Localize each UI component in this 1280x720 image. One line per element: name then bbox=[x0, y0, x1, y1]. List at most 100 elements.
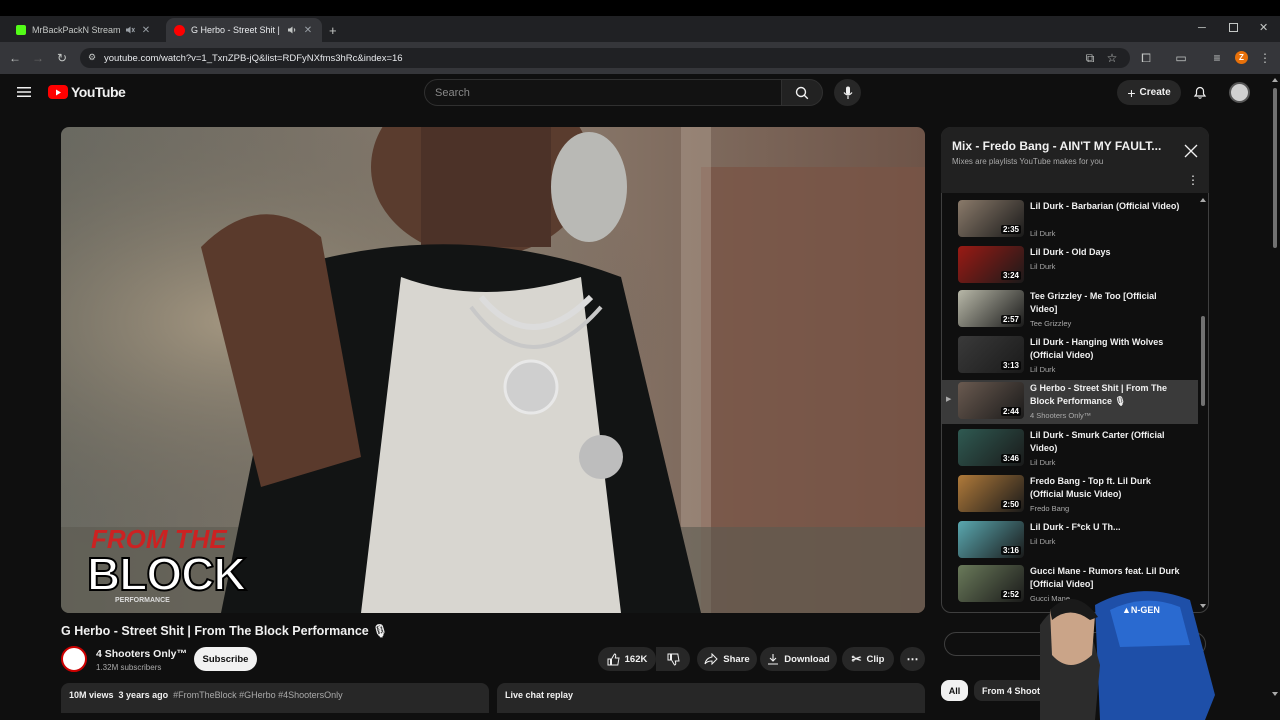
playlist-item[interactable]: 2:57 Tee Grizzley - Me Too [Official Vide… bbox=[942, 288, 1198, 332]
playlist-item-title[interactable]: Fredo Bang - Top ft. Lil Durk (Official … bbox=[1030, 475, 1180, 501]
now-playing-icon: ▶ bbox=[946, 396, 952, 403]
install-app-icon[interactable]: ⧉ bbox=[1082, 50, 1098, 66]
duration-badge: 2:50 bbox=[1000, 500, 1021, 509]
playlist-item[interactable]: 3:13 Lil Durk - Hanging With Wolves (Offi… bbox=[942, 334, 1198, 378]
upload-age: 3 years ago bbox=[118, 690, 169, 700]
overlay-line-2: BLOCK bbox=[86, 548, 248, 600]
playlist-item[interactable]: 3:46 Lil Durk - Smurk Carter (Official Vi… bbox=[942, 427, 1198, 471]
view-count: 10M views bbox=[69, 690, 114, 700]
channel-name[interactable]: 4 Shooters Only™ bbox=[96, 648, 187, 660]
live-chat-replay[interactable]: Live chat replay bbox=[497, 683, 925, 713]
channel-avatar[interactable] bbox=[61, 646, 87, 672]
playlist-item-title[interactable]: Lil Durk - F*ck U Th... bbox=[1030, 521, 1180, 534]
close-tab-icon[interactable]: ✕ bbox=[302, 24, 314, 36]
playlist-item-title[interactable]: Tee Grizzley - Me Too [Official Video] bbox=[1030, 290, 1180, 316]
forward-arrow-icon[interactable]: → bbox=[30, 50, 46, 66]
hashtags[interactable]: #FromTheBlock #GHerbo #4ShootersOnly bbox=[173, 690, 343, 700]
video-player[interactable]: FROM THE BLOCK PERFORMANCE bbox=[61, 127, 925, 613]
bookmark-star-icon[interactable]: ☆ bbox=[1104, 50, 1120, 66]
duration-badge: 3:24 bbox=[1000, 271, 1021, 280]
thumbnail[interactable]: 2:57 bbox=[958, 290, 1024, 327]
side-panel-icon[interactable]: ▭ bbox=[1173, 50, 1189, 66]
download-label: Download bbox=[784, 653, 830, 665]
thumbs-up-icon bbox=[607, 652, 620, 665]
playlist-item-title[interactable]: Lil Durk - Smurk Carter (Official Video) bbox=[1030, 429, 1180, 455]
streamer-webcam-overlay: ▲N-GEN bbox=[1040, 585, 1220, 720]
youtube-logo[interactable]: YouTube bbox=[48, 84, 126, 100]
clip-button[interactable]: ✂ Clip bbox=[842, 647, 894, 671]
close-tab-icon[interactable]: ✕ bbox=[140, 24, 152, 36]
playlist-item-title[interactable]: G Herbo - Street Shit | From The Block P… bbox=[1030, 382, 1180, 408]
chip-all[interactable]: All bbox=[941, 680, 968, 701]
extensions-icon[interactable]: ⧠ bbox=[1138, 50, 1154, 66]
site-info-icon[interactable]: ⚙ bbox=[88, 52, 96, 63]
hamburger-menu-icon[interactable] bbox=[17, 86, 31, 98]
duration-badge: 2:52 bbox=[1000, 590, 1021, 599]
share-button[interactable]: Share bbox=[697, 647, 757, 671]
scissors-icon: ✂ bbox=[851, 652, 862, 666]
minimize-icon[interactable]: ─ bbox=[1198, 22, 1206, 34]
back-arrow-icon[interactable]: ← bbox=[7, 50, 23, 66]
tab-kick-stream[interactable]: MrBackPackN Stream - Wa ✕ bbox=[8, 18, 160, 42]
playlist-title[interactable]: Mix - Fredo Bang - AIN'T MY FAULT... bbox=[952, 139, 1177, 153]
thumbnail[interactable]: 3:24 bbox=[958, 246, 1024, 283]
search-placeholder: Search bbox=[435, 86, 470, 99]
playlist-item-title[interactable]: Lil Durk - Old Days bbox=[1030, 246, 1180, 259]
playlist-item-title[interactable]: Lil Durk - Hanging With Wolves (Official… bbox=[1030, 336, 1180, 362]
subscribe-button[interactable]: Subscribe bbox=[194, 647, 257, 671]
page-scrollbar[interactable] bbox=[1270, 74, 1280, 720]
profile-avatar[interactable]: Z bbox=[1235, 51, 1248, 64]
playlist-item[interactable]: 2:35 Lil Durk - Barbarian (Official Video… bbox=[942, 198, 1198, 242]
thumbnail[interactable]: 3:46 bbox=[958, 429, 1024, 466]
thumbnail[interactable]: 3:13 bbox=[958, 336, 1024, 373]
playlist-item[interactable]: 2:50 Fredo Bang - Top ft. Lil Durk (Offic… bbox=[942, 473, 1198, 517]
duration-badge: 2:44 bbox=[1000, 407, 1021, 416]
description-box[interactable]: 10M views 3 years ago #FromTheBlock #GHe… bbox=[61, 683, 489, 713]
playlist-scrollbar[interactable] bbox=[1199, 196, 1207, 614]
duration-badge: 3:46 bbox=[1000, 454, 1021, 463]
voice-search-button[interactable] bbox=[834, 79, 861, 106]
tab-title: G Herbo - Street Shit | From bbox=[191, 25, 282, 35]
download-button[interactable]: Download bbox=[760, 647, 837, 671]
search-input[interactable]: Search bbox=[424, 79, 782, 106]
playlist-item[interactable]: 3:24 Lil Durk - Old Days Lil Durk bbox=[942, 244, 1198, 288]
reload-icon[interactable]: ↻ bbox=[54, 50, 70, 66]
subscriber-count: 1.32M subscribers bbox=[96, 663, 162, 672]
playlist-item-channel: Lil Durk bbox=[1030, 262, 1056, 271]
account-avatar[interactable] bbox=[1229, 82, 1250, 103]
media-controls-icon[interactable]: ≡ bbox=[1209, 50, 1225, 66]
muted-speaker-icon[interactable] bbox=[124, 24, 136, 36]
speaker-icon[interactable] bbox=[286, 24, 298, 36]
address-bar[interactable]: ⚙ youtube.com/watch?v=1_TxnZPB-jQ&list=R… bbox=[80, 48, 1130, 68]
playlist-menu-icon[interactable]: ⋮ bbox=[1187, 173, 1199, 187]
create-label: Create bbox=[1139, 87, 1171, 98]
like-button[interactable]: 162K bbox=[598, 647, 656, 671]
duration-badge: 3:16 bbox=[1000, 546, 1021, 555]
playlist-item-title[interactable]: Lil Durk - Barbarian (Official Video) bbox=[1030, 200, 1180, 213]
browser-menu-icon[interactable]: ⋮ bbox=[1257, 50, 1273, 66]
kick-favicon-icon bbox=[16, 25, 26, 35]
thumbnail[interactable]: 2:44 bbox=[958, 382, 1024, 419]
playlist-item-channel: Lil Durk bbox=[1030, 537, 1056, 546]
window-top-strip bbox=[0, 0, 1280, 16]
search-icon bbox=[795, 86, 809, 99]
window-close-icon[interactable]: ✕ bbox=[1259, 21, 1268, 34]
create-button[interactable]: + Create bbox=[1117, 80, 1181, 105]
thumbnail[interactable]: 2:50 bbox=[958, 475, 1024, 512]
new-tab-icon[interactable]: + bbox=[329, 23, 337, 38]
more-actions-button[interactable]: ⋯ bbox=[900, 647, 925, 671]
thumbnail[interactable]: 3:16 bbox=[958, 521, 1024, 558]
thumbnail[interactable]: 2:52 bbox=[958, 565, 1024, 602]
dislike-button[interactable] bbox=[656, 647, 690, 671]
playlist-item[interactable]: 3:16 Lil Durk - F*ck U Th... Lil Durk bbox=[942, 519, 1198, 563]
notifications-bell-icon[interactable] bbox=[1193, 85, 1207, 100]
playlist-item[interactable]: ▶ 2:44 G Herbo - Street Shit | From The Bl… bbox=[942, 380, 1198, 424]
close-playlist-icon[interactable] bbox=[1184, 144, 1198, 158]
tab-youtube-video[interactable]: G Herbo - Street Shit | From ✕ bbox=[166, 18, 322, 42]
thumbnail[interactable]: 2:35 bbox=[958, 200, 1024, 237]
logo-text: YouTube bbox=[71, 84, 126, 100]
clip-label: Clip bbox=[866, 653, 885, 665]
search-button[interactable] bbox=[781, 79, 823, 106]
duration-badge: 2:57 bbox=[1000, 315, 1021, 324]
restore-icon[interactable] bbox=[1229, 23, 1238, 32]
